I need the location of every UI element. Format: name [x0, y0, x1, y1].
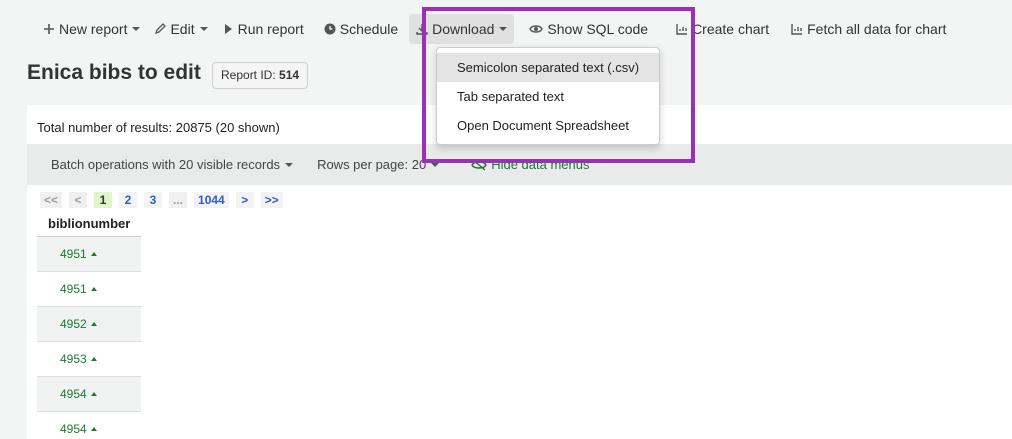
caret-up-icon[interactable]	[90, 287, 97, 291]
plus-icon	[43, 23, 55, 35]
hide-data-menus-label: Hide data menus	[491, 157, 590, 172]
clock-icon	[324, 23, 336, 35]
pager-next[interactable]: >	[235, 192, 254, 208]
total-results-label: Total number of results:	[37, 120, 173, 135]
report-toolbar: New report Edit Run report Schedule Down…	[36, 14, 953, 44]
rows-per-page-dropdown[interactable]: Rows per page: 20	[317, 157, 440, 172]
biblionumber-link[interactable]: 4951	[60, 282, 87, 296]
edit-button[interactable]: Edit	[147, 14, 214, 44]
total-results-value: 20875 (20 shown)	[175, 120, 280, 135]
column-header-biblionumber[interactable]: biblionumber	[37, 214, 141, 237]
eye-slash-icon	[471, 158, 487, 171]
create-chart-button[interactable]: Create chart	[669, 14, 776, 44]
edit-label: Edit	[170, 21, 195, 37]
biblionumber-link[interactable]: 4951	[60, 247, 87, 261]
download-csv-option[interactable]: Semicolon separated text (.csv)	[437, 53, 659, 82]
chevron-down-icon	[285, 162, 294, 167]
table-row[interactable]: 4951	[37, 272, 141, 307]
pager-last[interactable]: >>	[260, 192, 283, 208]
batch-operations-dropdown[interactable]: Batch operations with 20 visible records	[51, 157, 294, 172]
batch-operations-bar: Batch operations with 20 visible records…	[27, 144, 1012, 185]
schedule-button[interactable]: Schedule	[317, 14, 405, 44]
report-id-value: 514	[279, 68, 300, 82]
hide-data-menus-link[interactable]: Hide data menus	[471, 157, 589, 172]
download-button[interactable]: Download	[409, 14, 515, 44]
pager-prev[interactable]: <	[69, 192, 88, 208]
table-row[interactable]: 4952	[37, 307, 141, 342]
create-chart-label: Create chart	[692, 21, 770, 37]
download-ods-option[interactable]: Open Document Spreadsheet	[437, 111, 659, 140]
biblionumber-link[interactable]: 4954	[60, 422, 87, 436]
total-results: Total number of results: 20875 (20 shown…	[37, 120, 280, 135]
table-row[interactable]: 4951	[37, 237, 141, 272]
results-panel: Total number of results: 20875 (20 shown…	[27, 105, 1012, 439]
report-id-label: Report ID:	[221, 68, 276, 82]
chevron-down-icon	[132, 27, 141, 31]
batch-operations-label: Batch operations with 20 visible records	[51, 157, 281, 172]
pager-page[interactable]: 3	[144, 192, 163, 208]
download-tsv-option[interactable]: Tab separated text	[437, 82, 659, 111]
new-report-button[interactable]: New report	[36, 14, 147, 44]
table-row[interactable]: 4953	[37, 342, 141, 377]
fetch-all-data-button[interactable]: Fetch all data for chart	[784, 14, 953, 44]
download-menu: Semicolon separated text (.csv) Tab sepa…	[436, 47, 660, 145]
fetch-all-label: Fetch all data for chart	[807, 21, 947, 37]
chevron-down-icon	[431, 162, 440, 167]
pager-ellipsis: ...	[169, 192, 188, 208]
run-report-button[interactable]: Run report	[215, 14, 311, 44]
pager-page[interactable]: 2	[119, 192, 138, 208]
show-sql-button[interactable]: Show SQL code	[522, 14, 655, 44]
download-icon	[416, 23, 428, 35]
pencil-icon	[154, 23, 167, 35]
show-sql-label: Show SQL code	[547, 21, 649, 37]
biblionumber-link[interactable]: 4953	[60, 352, 87, 366]
pager-page-current[interactable]: 1	[94, 192, 113, 208]
caret-up-icon[interactable]	[90, 392, 97, 396]
play-icon	[222, 23, 234, 35]
table-row[interactable]: 4954	[37, 377, 141, 412]
report-id-badge: Report ID: 514	[212, 62, 309, 89]
chevron-down-icon	[199, 27, 208, 31]
chart-icon	[791, 23, 803, 35]
eye-icon	[529, 23, 544, 35]
pager-page-last[interactable]: 1044	[194, 192, 229, 208]
download-label: Download	[432, 21, 495, 37]
table-row[interactable]: 4954	[37, 412, 141, 439]
chart-icon	[676, 23, 688, 35]
page-title: Enica bibs to edit	[27, 61, 201, 84]
pagination: << < 1 2 3 ... 1044 > >>	[40, 192, 290, 208]
caret-up-icon[interactable]	[90, 357, 97, 361]
chevron-down-icon	[499, 27, 508, 31]
caret-up-icon[interactable]	[90, 252, 97, 256]
run-report-label: Run report	[237, 21, 304, 37]
rows-per-page-label: Rows per page: 20	[317, 157, 427, 172]
caret-up-icon[interactable]	[90, 322, 97, 326]
biblionumber-link[interactable]: 4952	[60, 317, 87, 331]
biblionumber-link[interactable]: 4954	[60, 387, 87, 401]
new-report-label: New report	[59, 21, 128, 37]
caret-up-icon[interactable]	[90, 427, 97, 431]
pager-first[interactable]: <<	[40, 192, 63, 208]
schedule-label: Schedule	[339, 21, 399, 37]
